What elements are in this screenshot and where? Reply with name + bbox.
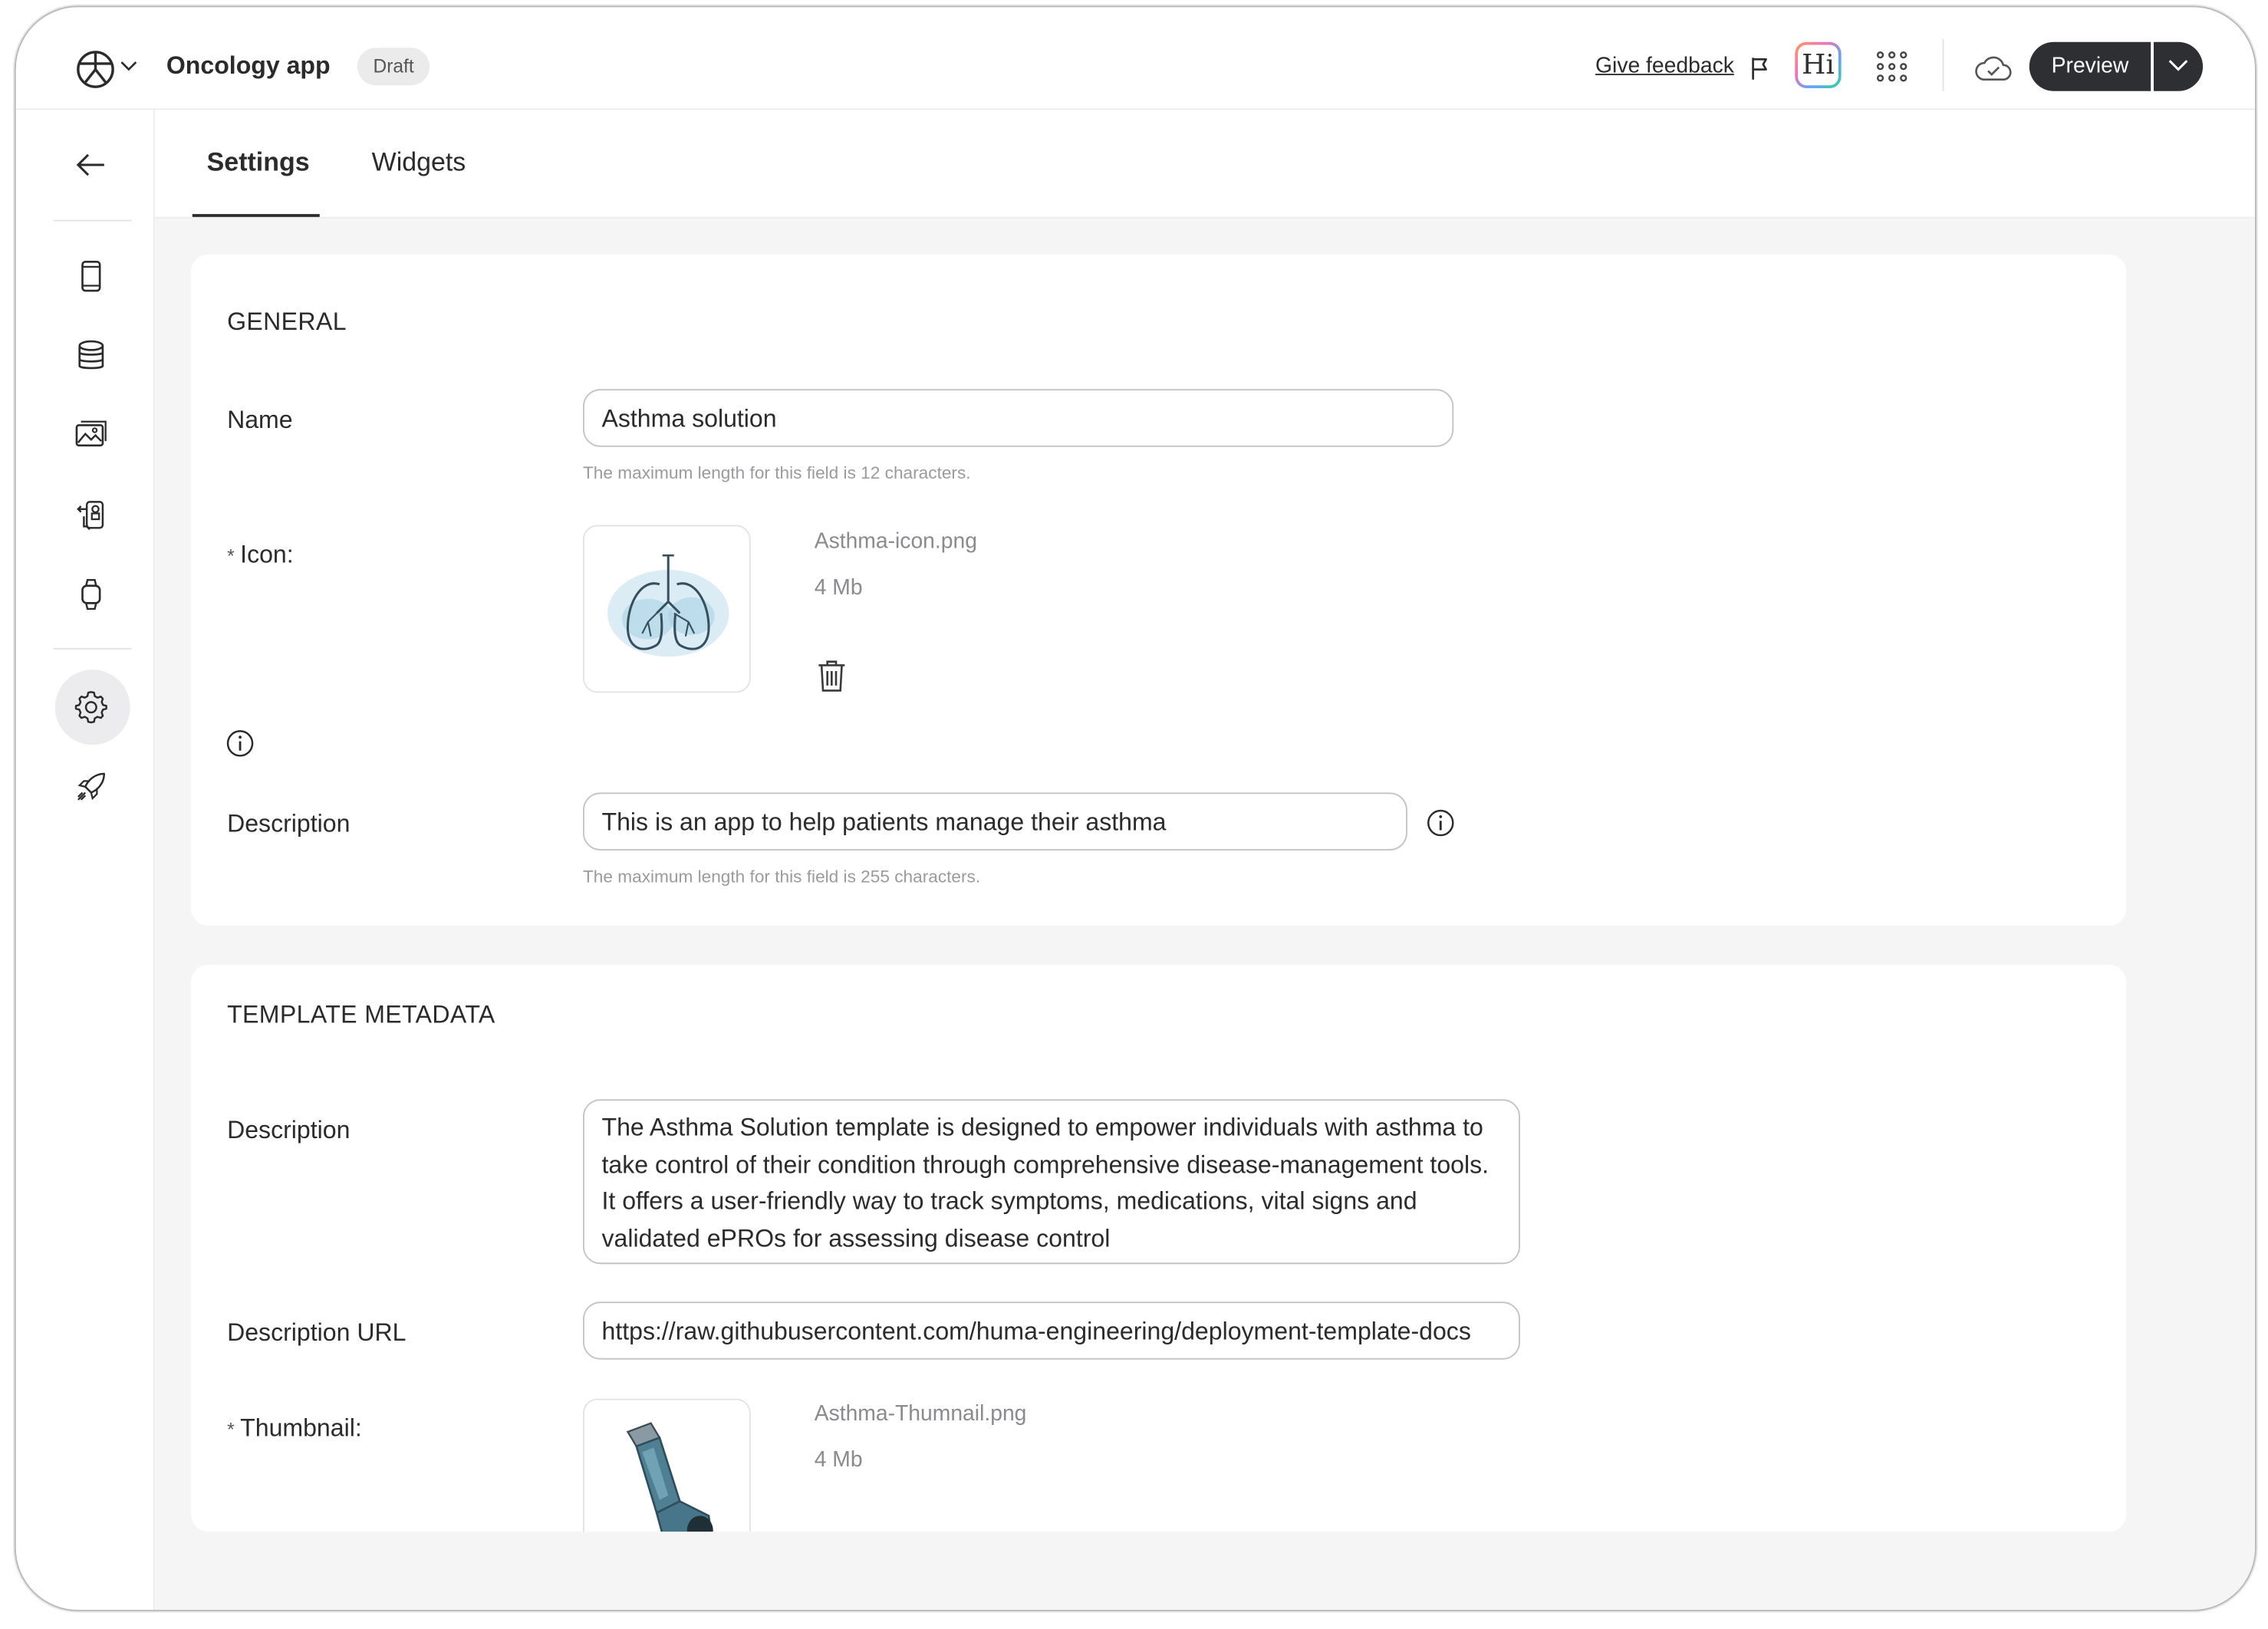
flag-icon[interactable]	[1749, 55, 1772, 81]
name-label: Name	[227, 406, 293, 434]
thumbnail-file-size: 4 Mb	[814, 1447, 863, 1473]
sidebar-divider	[53, 647, 132, 650]
toolbar-divider	[1942, 38, 1944, 91]
chevron-down-icon	[2168, 60, 2188, 71]
tab-settings[interactable]: Settings	[207, 147, 310, 178]
template-metadata-title: TEMPLATE METADATA	[227, 1000, 495, 1028]
active-tab-indicator	[192, 214, 320, 217]
image-gallery-icon[interactable]	[74, 418, 108, 452]
icon-label-text: Icon:	[240, 541, 294, 569]
gear-icon[interactable]	[74, 690, 108, 725]
cloud-saved-icon	[1975, 56, 2012, 81]
thumbnail-label: * Thumbnail:	[227, 1414, 362, 1443]
app-window: Oncology app Draft Give feedback Hi Prev…	[14, 5, 2256, 1611]
hi-assistant-button[interactable]: Hi	[1795, 41, 1842, 89]
description-input[interactable]: This is an app to help patients manage t…	[582, 792, 1407, 851]
sidebar-divider	[53, 219, 132, 222]
lungs-icon	[607, 554, 729, 657]
thumbnail-file-name: Asthma-Thumnail.png	[814, 1401, 1027, 1427]
status-badge: Draft	[357, 48, 430, 86]
chevron-down-icon[interactable]	[120, 59, 138, 74]
info-icon[interactable]	[225, 729, 255, 758]
inhaler-icon	[626, 1422, 713, 1532]
device-lock-icon[interactable]	[74, 498, 108, 532]
apps-grid-icon[interactable]	[1876, 51, 1908, 82]
description-label: Description	[227, 810, 351, 838]
trash-icon[interactable]	[816, 658, 848, 693]
preview-dropdown-button[interactable]	[2153, 41, 2204, 91]
name-input[interactable]: Asthma solution	[582, 389, 1454, 447]
required-mark: *	[227, 1418, 235, 1441]
description-url-label: Description URL	[227, 1318, 407, 1347]
database-icon[interactable]	[74, 338, 108, 373]
info-icon[interactable]	[1426, 808, 1455, 838]
hi-label: Hi	[1798, 44, 1838, 86]
metadata-description-label: Description	[227, 1116, 351, 1144]
sidebar	[15, 110, 155, 1610]
general-section-card: GENERAL Name Asthma solution The maximum…	[190, 254, 2127, 926]
settings-content: GENERAL Name Asthma solution The maximum…	[154, 218, 2255, 1610]
general-section-title: GENERAL	[227, 308, 347, 336]
name-hint: The maximum length for this field is 12 …	[582, 462, 971, 483]
app-title: Oncology app	[166, 51, 331, 80]
smartwatch-icon[interactable]	[74, 577, 108, 611]
logo-icon[interactable]	[74, 48, 117, 91]
thumbnail-label-text: Thumbnail:	[240, 1414, 362, 1443]
required-mark: *	[227, 545, 235, 568]
top-bar: Oncology app Draft Give feedback Hi Prev…	[15, 7, 2255, 110]
template-metadata-card: TEMPLATE METADATA Description The Asthma…	[190, 964, 2127, 1532]
mobile-phone-icon[interactable]	[74, 259, 108, 294]
icon-preview[interactable]	[582, 525, 751, 693]
metadata-description-textarea[interactable]: The Asthma Solution template is designed…	[582, 1099, 1520, 1265]
description-hint: The maximum length for this field is 255…	[582, 866, 981, 887]
thumbnail-preview[interactable]	[582, 1398, 751, 1532]
icon-file-name: Asthma-icon.png	[814, 529, 977, 555]
tab-widgets[interactable]: Widgets	[372, 147, 466, 178]
preview-button[interactable]: Preview	[2029, 41, 2151, 91]
rocket-launch-icon[interactable]	[74, 769, 108, 804]
give-feedback-link[interactable]: Give feedback	[1595, 54, 1734, 78]
icon-label: * Icon:	[227, 541, 294, 570]
description-url-input[interactable]: https://raw.githubusercontent.com/huma-e…	[582, 1302, 1520, 1360]
back-arrow-icon[interactable]	[74, 147, 108, 182]
icon-file-size: 4 Mb	[814, 575, 863, 601]
tab-bar: Settings Widgets	[154, 110, 2255, 219]
